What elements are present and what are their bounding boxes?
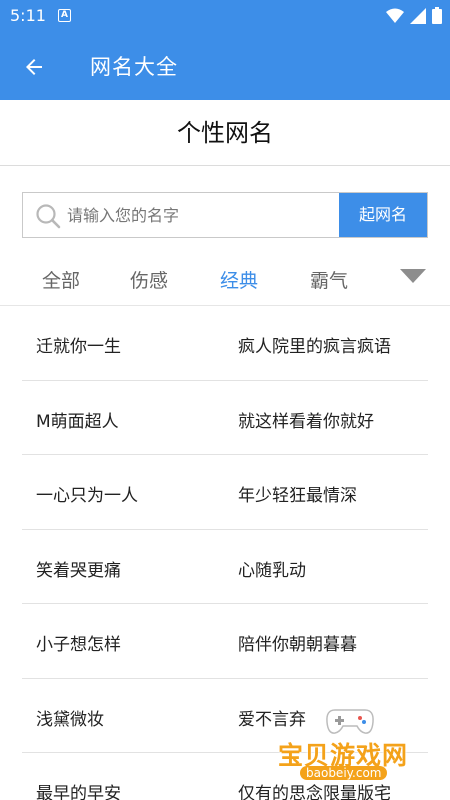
name-item[interactable]: 一心只为一人 (36, 481, 138, 506)
app-title: 网名大全 (90, 55, 178, 79)
search-field[interactable] (23, 193, 339, 237)
name-item[interactable]: 心随乳动 (238, 556, 306, 581)
tab-sad[interactable]: 伤感 (130, 266, 168, 293)
name-item[interactable]: 年少轻狂最情深 (238, 481, 357, 506)
generate-name-button[interactable]: 起网名 (339, 193, 427, 237)
status-bar: 5:11 A (0, 0, 450, 32)
search-icon (36, 204, 61, 229)
name-item[interactable]: 最早的早安 (36, 779, 121, 800)
name-item[interactable]: 笑着哭更痛 (36, 556, 121, 581)
name-item[interactable]: 陪伴你朝朝暮暮 (238, 630, 357, 655)
gamepad-icon (326, 709, 374, 734)
notification-icon: A (58, 9, 71, 22)
list-row: M萌面超人 就这样看着你就好 (22, 381, 428, 455)
app-bar: 网名大全 (0, 32, 450, 100)
name-item[interactable]: 浅黛微妆 (36, 705, 104, 730)
name-item[interactable]: 就这样看着你就好 (238, 407, 374, 432)
tab-all[interactable]: 全部 (42, 266, 80, 293)
list-row: 一心只为一人 年少轻狂最情深 (22, 455, 428, 530)
back-button[interactable] (16, 49, 52, 85)
page-title: 个性网名 (0, 100, 450, 166)
status-icons (386, 7, 442, 24)
category-tabs: 全部 伤感 经典 霸气 (0, 252, 450, 306)
list-row: 迁就你一生 疯人院里的疯言疯语 (22, 306, 428, 381)
name-item[interactable]: 疯人院里的疯言疯语 (238, 332, 391, 357)
search-input[interactable] (67, 193, 337, 237)
list-row: 笑着哭更痛 心随乳动 (22, 530, 428, 604)
watermark-url: baobeiy.com (300, 766, 388, 780)
name-item[interactable]: M萌面超人 (36, 407, 119, 432)
wifi-icon (386, 8, 404, 23)
list-row: 小子想怎样 陪伴你朝朝暮暮 (22, 604, 428, 679)
tab-domineering[interactable]: 霸气 (310, 266, 348, 293)
status-time: 5:11 (10, 6, 46, 25)
name-item[interactable]: 迁就你一生 (36, 332, 121, 357)
tab-classic[interactable]: 经典 (220, 266, 258, 293)
expand-tabs-icon[interactable] (400, 269, 426, 283)
arrow-left-icon (26, 59, 42, 75)
name-item[interactable]: 小子想怎样 (36, 630, 121, 655)
signal-icon (410, 7, 426, 24)
battery-icon (432, 7, 442, 24)
watermark: 宝贝游戏网 baobeiy.com (275, 700, 425, 795)
search-bar: 起网名 (22, 192, 428, 238)
